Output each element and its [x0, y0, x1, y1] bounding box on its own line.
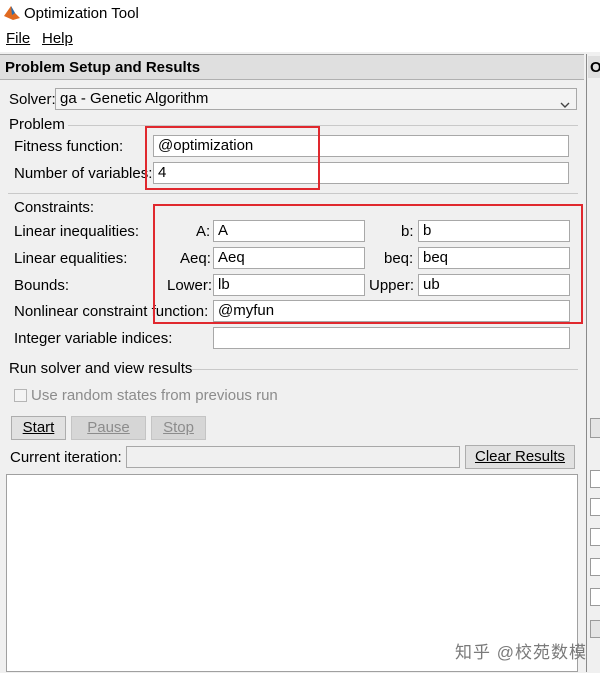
options-panel — [586, 54, 600, 672]
solver-select[interactable]: ga - Genetic Algorithm — [55, 88, 577, 110]
highlight-box-constraints — [153, 204, 583, 324]
random-states-label: Use random states from previous run — [31, 387, 278, 404]
options-checkbox[interactable] — [590, 528, 600, 546]
run-solver-heading: Run solver and view results — [9, 360, 193, 377]
start-button[interactable]: Start — [11, 416, 66, 440]
options-section-header — [590, 418, 600, 438]
menu-bar — [0, 28, 600, 52]
integer-indices-input[interactable] — [213, 327, 570, 349]
options-checkbox[interactable] — [590, 588, 600, 606]
problem-heading: Problem — [9, 116, 65, 133]
solver-label: Solver: — [9, 91, 56, 108]
clear-results-button[interactable]: Clear Results — [465, 445, 575, 469]
highlight-box-problem — [145, 126, 320, 190]
stop-button[interactable]: Stop — [151, 416, 206, 440]
window-title: Optimization Tool — [24, 5, 139, 22]
linear-equalities-label: Linear equalities: — [14, 250, 128, 267]
options-panel-title-fragment: O — [590, 59, 600, 76]
matlab-icon — [3, 4, 21, 26]
group-divider — [192, 369, 578, 370]
group-divider — [8, 193, 578, 194]
num-variables-label: Number of variables: — [14, 165, 153, 182]
integer-indices-label: Integer variable indices: — [14, 330, 173, 347]
watermark-text: 知乎 @校苑数模 — [455, 643, 587, 662]
current-iteration-label: Current iteration: — [10, 449, 122, 466]
options-section-header — [590, 620, 600, 638]
options-checkbox[interactable] — [590, 470, 600, 488]
panel-title: Problem Setup and Results — [5, 59, 201, 76]
chevron-down-icon — [560, 95, 570, 115]
random-states-checkbox[interactable] — [14, 389, 27, 402]
bounds-label: Bounds: — [14, 277, 70, 294]
current-iteration-field — [126, 446, 460, 468]
options-checkbox[interactable] — [590, 498, 600, 516]
menu-file[interactable]: File — [6, 30, 30, 47]
solver-value: ga - Genetic Algorithm — [60, 90, 209, 107]
menu-help[interactable]: Help — [42, 30, 73, 47]
pause-button[interactable]: Pause — [71, 416, 146, 440]
constraints-heading: Constraints: — [14, 199, 95, 216]
fitness-function-label: Fitness function: — [14, 138, 124, 155]
linear-inequalities-label: Linear inequalities: — [14, 223, 140, 240]
options-checkbox[interactable] — [590, 558, 600, 576]
